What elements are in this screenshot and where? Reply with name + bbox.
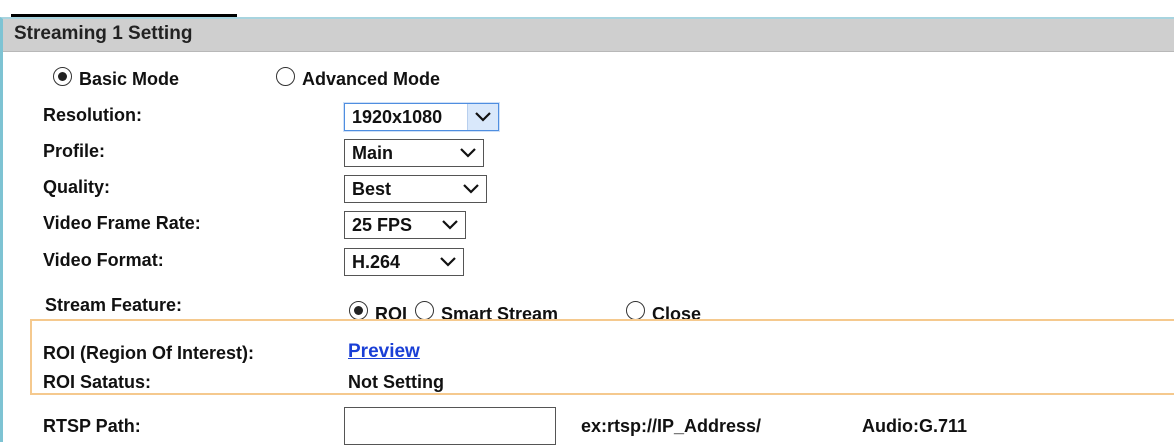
quality-value: Best (352, 179, 392, 199)
chevron-down-icon (442, 220, 458, 230)
advanced-mode-label: Advanced Mode (302, 69, 441, 89)
resolution-select[interactable]: 1920x1080 (344, 103, 499, 131)
stream-feature-label: Stream Feature: (45, 295, 183, 315)
chevron-down-icon (460, 148, 476, 158)
roi-label: ROI (Region Of Interest): (43, 343, 254, 363)
video-format-label: Video Format: (43, 250, 164, 270)
basic-mode-radio[interactable] (53, 67, 72, 86)
chevron-down-icon (440, 257, 456, 267)
roi-status-value: Not Setting (348, 372, 444, 392)
chevron-down-icon (475, 112, 491, 122)
audio-codec-text: Audio:G.711 (862, 416, 968, 436)
resolution-label: Resolution: (43, 105, 142, 125)
rtsp-example-text: ex:rtsp://IP_Address/ (581, 416, 762, 436)
panel-title: Streaming 1 Setting (14, 23, 193, 44)
video-format-value: H.264 (352, 252, 401, 272)
video-format-select[interactable]: H.264 (344, 248, 464, 276)
advanced-mode-radio[interactable] (276, 67, 295, 86)
rtsp-path-label: RTSP Path: (43, 416, 141, 436)
quality-select[interactable]: Best (344, 175, 487, 203)
quality-label: Quality: (43, 177, 111, 197)
frame-rate-value: 25 FPS (352, 215, 413, 235)
stream-feature-roi-radio[interactable] (349, 301, 368, 320)
profile-label: Profile: (43, 141, 106, 161)
rtsp-path-input[interactable] (344, 407, 556, 445)
profile-select[interactable]: Main (344, 139, 484, 167)
roi-status-label: ROI Satatus: (43, 372, 152, 392)
roi-preview-link[interactable]: Preview (348, 341, 420, 363)
cut-off-heading-link (11, 0, 237, 17)
stream-feature-close-radio[interactable] (626, 301, 645, 320)
profile-value: Main (352, 143, 394, 163)
panel-header: Streaming 1 Setting (3, 19, 1174, 52)
frame-rate-select[interactable]: 25 FPS (344, 211, 466, 239)
resolution-value: 1920x1080 (352, 107, 443, 127)
frame-rate-label: Video Frame Rate: (43, 213, 201, 233)
chevron-down-icon (463, 184, 479, 194)
top-cut-strip (0, 0, 1174, 18)
stream-feature-smart-stream-radio[interactable] (415, 301, 434, 320)
basic-mode-label: Basic Mode (79, 69, 180, 89)
